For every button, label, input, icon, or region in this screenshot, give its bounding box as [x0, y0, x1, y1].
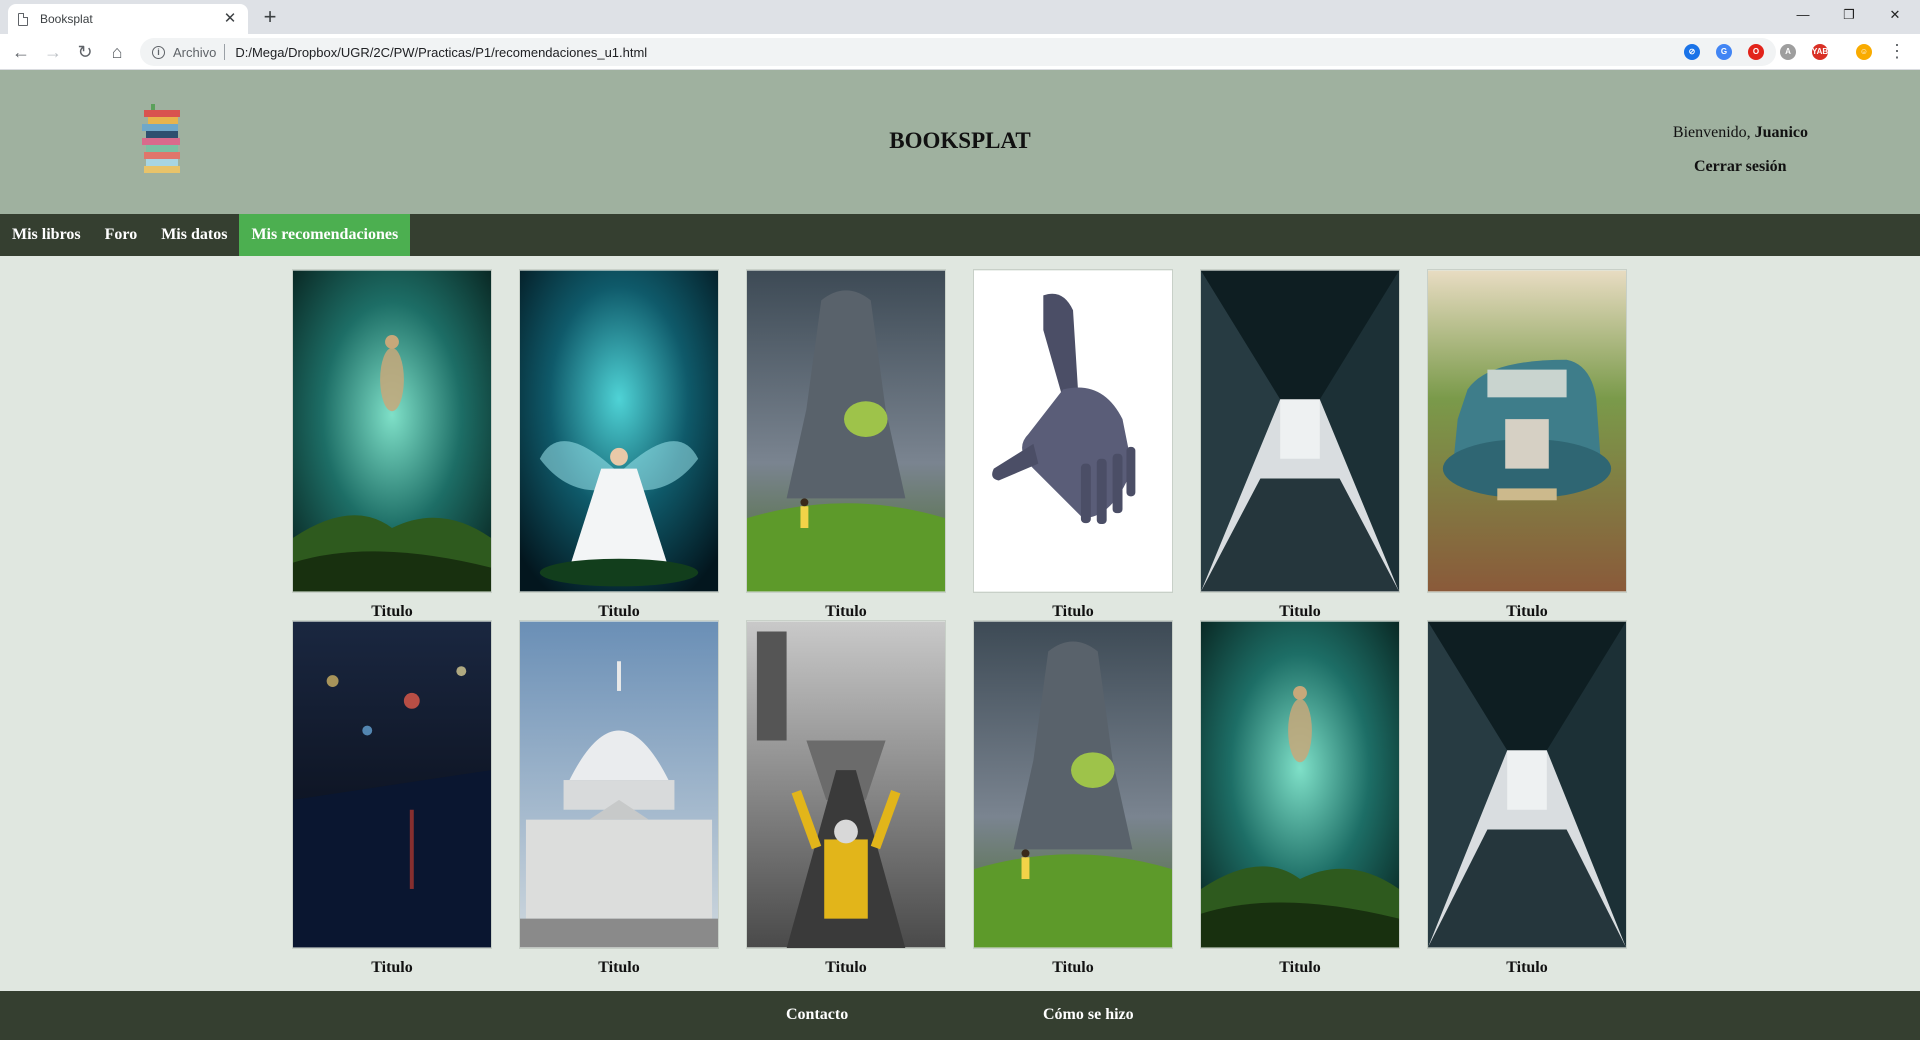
- book-cover-image[interactable]: [1427, 620, 1627, 949]
- info-icon[interactable]: i: [152, 45, 165, 59]
- reload-icon[interactable]: ↻: [75, 42, 95, 62]
- book-title[interactable]: Titulo: [1200, 603, 1400, 621]
- book-title[interactable]: Titulo: [519, 603, 719, 621]
- opera-extension-icon[interactable]: O: [1748, 44, 1764, 60]
- minimize-button[interactable]: —: [1780, 4, 1826, 26]
- home-icon[interactable]: ⌂: [107, 42, 127, 62]
- book-cover-image[interactable]: [1200, 620, 1400, 949]
- book-cover-image[interactable]: [519, 620, 719, 949]
- book-title[interactable]: Titulo: [746, 603, 946, 621]
- tab-title: Booksplat: [40, 12, 93, 26]
- back-arrow-icon[interactable]: ←: [11, 42, 31, 62]
- welcome-text: Bienvenido,: [1672, 124, 1755, 141]
- nav-foro[interactable]: Foro: [93, 214, 150, 256]
- book-card[interactable]: Titulo: [973, 269, 1173, 621]
- nav-mis-libros[interactable]: Mis libros: [0, 214, 93, 256]
- address-bar[interactable]: i Archivo D:/Mega/Dropbox/UGR/2C/PW/Prac…: [140, 38, 1776, 66]
- book-cover-image[interactable]: [292, 620, 492, 949]
- book-card[interactable]: Titulo: [1200, 269, 1400, 621]
- emoji-extension-icon[interactable]: ☺: [1856, 44, 1872, 60]
- book-cover-image[interactable]: [292, 269, 492, 593]
- vpn-extension-icon[interactable]: YAB: [1812, 44, 1828, 60]
- book-card[interactable]: Titulo: [519, 269, 719, 621]
- translate-extension-icon[interactable]: G: [1716, 44, 1732, 60]
- site-header: BOOKSPLAT Bienvenido, Juanico Cerrar ses…: [0, 70, 1920, 214]
- forward-arrow-icon[interactable]: →: [43, 42, 63, 62]
- main-nav: Mis libros Foro Mis datos Mis recomendac…: [0, 214, 1920, 256]
- welcome-message: Bienvenido, Juanico: [1673, 124, 1808, 142]
- nav-mis-datos[interactable]: Mis datos: [149, 214, 239, 256]
- book-card[interactable]: Titulo: [292, 269, 492, 621]
- document-icon: [18, 12, 28, 26]
- browser-tabstrip: Booksplat ✕ + — ❐ ✕: [0, 0, 1920, 34]
- book-cover-image[interactable]: [746, 620, 946, 949]
- book-cover-image[interactable]: [1427, 269, 1627, 593]
- nav-mis-recomendaciones[interactable]: Mis recomendaciones: [239, 214, 411, 256]
- book-cover-image[interactable]: [973, 620, 1173, 949]
- book-card[interactable]: Titulo: [519, 620, 719, 977]
- omnibox-divider: [224, 44, 226, 60]
- book-cover-image[interactable]: [746, 269, 946, 593]
- book-title[interactable]: Titulo: [973, 603, 1173, 621]
- browser-toolbar: ← → ↻ ⌂ i Archivo D:/Mega/Dropbox/UGR/2C…: [0, 34, 1920, 70]
- book-title[interactable]: Titulo: [1200, 959, 1400, 977]
- how-it-was-made-link[interactable]: Cómo se hizo: [1043, 1006, 1134, 1024]
- book-card[interactable]: Titulo: [1427, 620, 1627, 977]
- maximize-button[interactable]: ❐: [1826, 4, 1872, 26]
- book-title[interactable]: Titulo: [973, 959, 1173, 977]
- url-text[interactable]: D:/Mega/Dropbox/UGR/2C/PW/Practicas/P1/r…: [235, 45, 647, 60]
- book-card[interactable]: Titulo: [973, 620, 1173, 977]
- tab-close-icon[interactable]: ✕: [222, 11, 238, 27]
- book-card[interactable]: Titulo: [292, 620, 492, 977]
- browser-tab[interactable]: Booksplat ✕: [8, 4, 248, 34]
- book-card[interactable]: Titulo: [1427, 269, 1627, 621]
- book-title[interactable]: Titulo: [292, 603, 492, 621]
- site-footer: Contacto Cómo se hizo: [0, 991, 1920, 1040]
- new-tab-button[interactable]: +: [258, 6, 282, 28]
- book-title[interactable]: Titulo: [292, 959, 492, 977]
- book-title[interactable]: Titulo: [746, 959, 946, 977]
- close-window-button[interactable]: ✕: [1872, 4, 1918, 26]
- scheme-label: Archivo: [173, 44, 217, 60]
- book-card[interactable]: Titulo: [1200, 620, 1400, 977]
- book-cover-image[interactable]: [519, 269, 719, 593]
- book-title[interactable]: Titulo: [1427, 959, 1627, 977]
- book-title[interactable]: Titulo: [1427, 603, 1627, 621]
- site-title: BOOKSPLAT: [889, 128, 1031, 153]
- book-cover-image[interactable]: [973, 269, 1173, 593]
- book-card[interactable]: Titulo: [746, 620, 946, 977]
- logout-link[interactable]: Cerrar sesión: [1694, 158, 1787, 176]
- book-cover-image[interactable]: [1200, 269, 1400, 593]
- user-name: Juanico: [1754, 124, 1808, 141]
- book-title[interactable]: Titulo: [519, 959, 719, 977]
- browser-menu-icon[interactable]: ⋮: [1888, 42, 1906, 60]
- contact-link[interactable]: Contacto: [786, 1006, 848, 1024]
- reader-extension-icon[interactable]: A: [1780, 44, 1796, 60]
- block-extension-icon[interactable]: ⊘: [1684, 44, 1700, 60]
- book-card[interactable]: Titulo: [746, 269, 946, 621]
